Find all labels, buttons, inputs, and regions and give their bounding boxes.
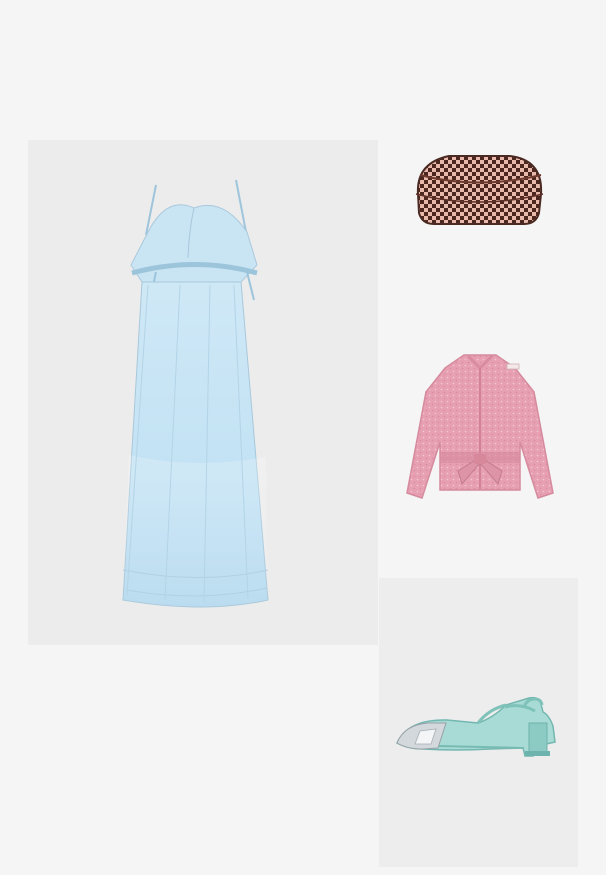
- shoe-image[interactable]: [379, 578, 578, 867]
- cardigan-image[interactable]: [392, 340, 568, 510]
- dress-image[interactable]: [28, 140, 378, 645]
- dress-illustration: [122, 179, 269, 608]
- clutch-image[interactable]: [392, 140, 568, 260]
- clutch-illustration: [415, 155, 544, 225]
- cardigan-illustration: [406, 354, 554, 499]
- shoe-illustration: [396, 696, 556, 757]
